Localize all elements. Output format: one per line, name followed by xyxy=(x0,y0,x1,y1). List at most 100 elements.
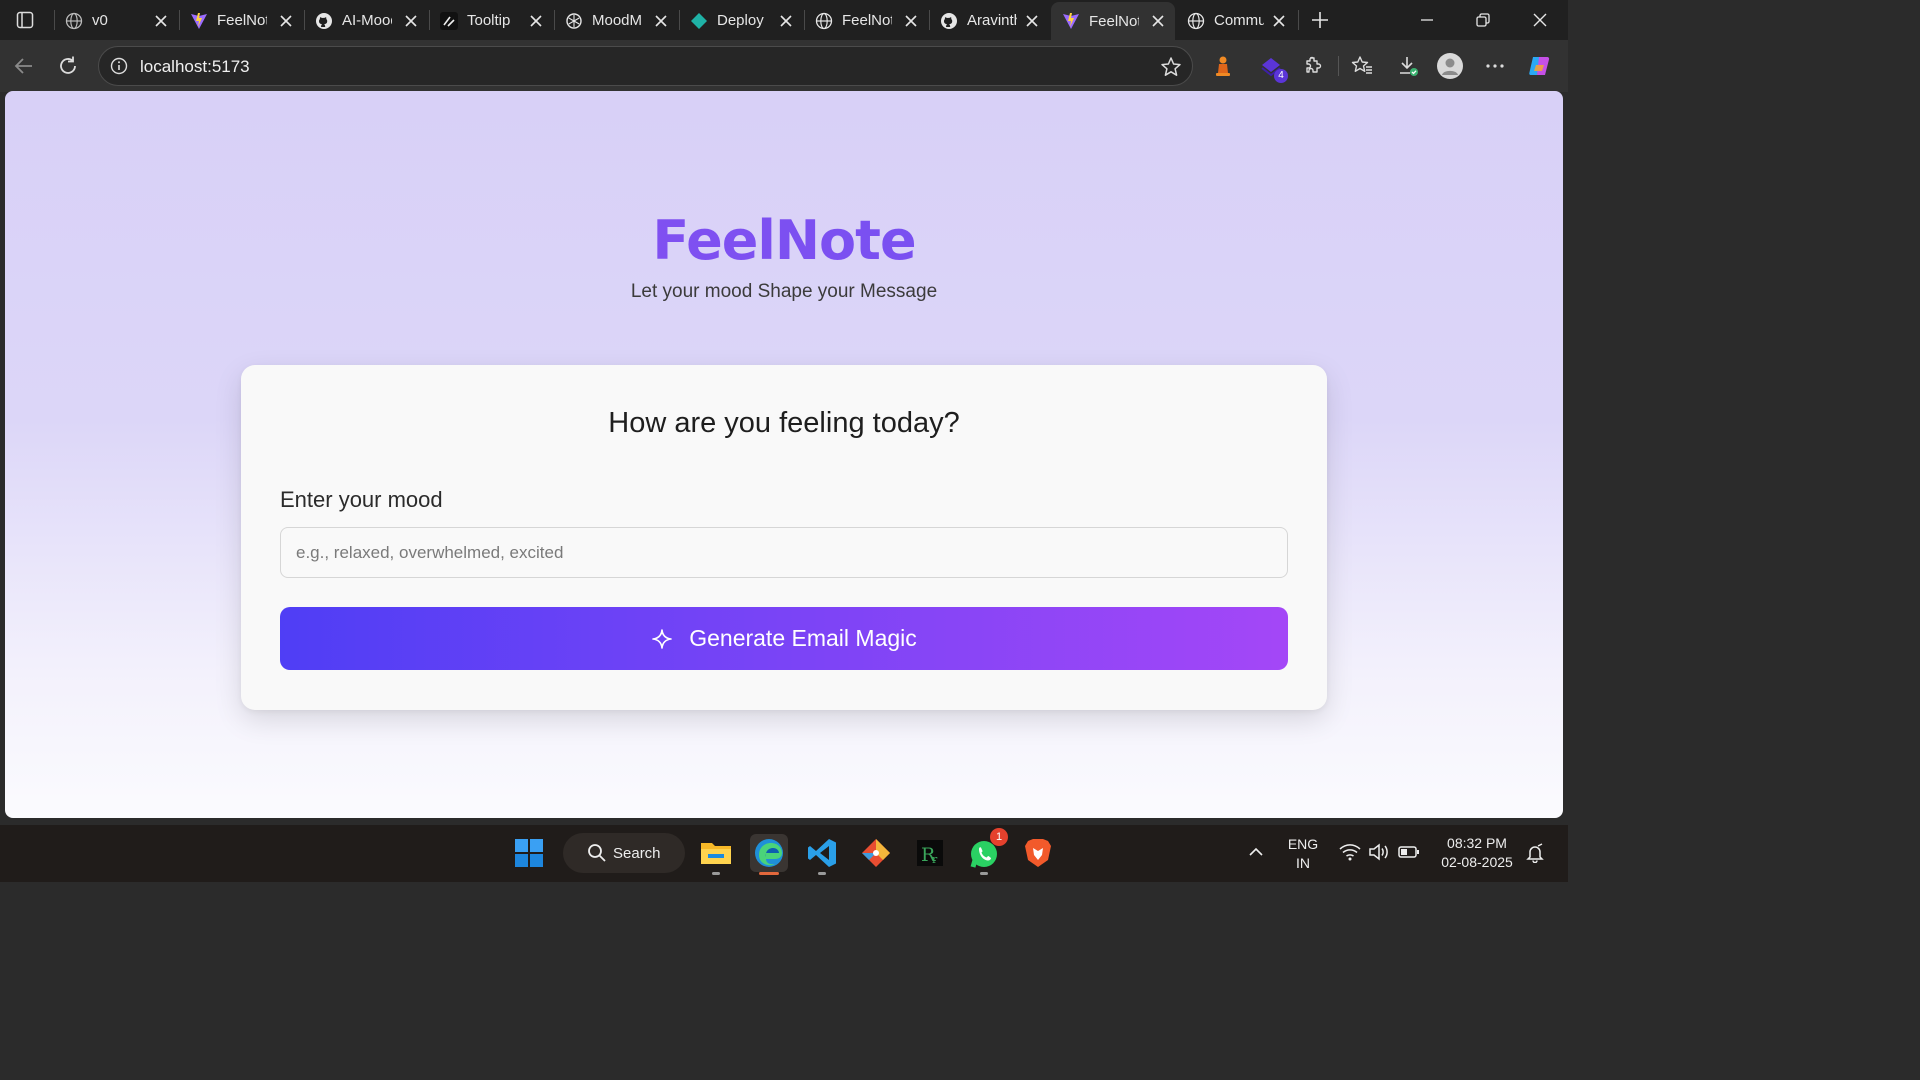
tab-title: FeelNote xyxy=(842,12,892,29)
favorites-icon[interactable] xyxy=(1349,53,1375,79)
extension-chess-icon[interactable] xyxy=(1210,53,1236,79)
page-viewport: FeelNote Let your mood Shape your Messag… xyxy=(5,91,1563,818)
running-indicator xyxy=(980,872,988,875)
extensions-puzzle-icon[interactable] xyxy=(1300,53,1326,79)
tab-title: MoodMail xyxy=(592,12,642,29)
tab-ai-mood[interactable]: AI-Mood xyxy=(304,4,428,37)
close-tab-icon[interactable] xyxy=(904,14,918,28)
restore-icon[interactable] xyxy=(1473,10,1493,30)
tab-deploy[interactable]: Deploy xyxy=(679,4,803,37)
extension-badge: 4 xyxy=(1274,69,1288,83)
tab-title: FeelNote xyxy=(217,12,267,29)
svg-text:r: r xyxy=(932,853,938,866)
tab-community[interactable]: Community xyxy=(1176,4,1296,37)
edge-icon[interactable] xyxy=(750,834,788,875)
profile-avatar-icon[interactable] xyxy=(1437,53,1463,79)
mood-input[interactable] xyxy=(280,527,1288,578)
tab-strip: v0 FeelNote AI-Mood Tooltip MoodMail Dep… xyxy=(0,0,1568,40)
favorite-star-icon[interactable] xyxy=(1160,56,1182,78)
active-indicator xyxy=(759,872,779,875)
tab-title: AI-Mood xyxy=(342,12,392,29)
tab-title: Deploy xyxy=(717,12,764,29)
tab-feelnote[interactable]: FeelNote xyxy=(179,4,303,37)
language-indicator[interactable]: ENG IN xyxy=(1285,835,1321,873)
copilot-icon[interactable] xyxy=(1527,53,1553,79)
generate-email-button[interactable]: Generate Email Magic xyxy=(280,607,1288,670)
running-indicator xyxy=(818,872,826,875)
browser-toolbar: localhost:5173 4 xyxy=(0,40,1568,92)
close-tab-icon[interactable] xyxy=(279,14,293,28)
battery-icon[interactable] xyxy=(1398,843,1420,863)
taskbar-search[interactable]: Search xyxy=(563,833,685,873)
tab-title: Aravinth xyxy=(967,12,1017,29)
running-indicator xyxy=(712,872,720,875)
search-icon xyxy=(588,844,606,862)
wifi-icon[interactable] xyxy=(1339,843,1361,863)
tab-title: Tooltip xyxy=(467,12,511,29)
address-bar[interactable]: localhost:5173 xyxy=(98,46,1193,86)
whatsapp-icon[interactable]: 1 xyxy=(965,828,1008,875)
show-hidden-icons-icon[interactable] xyxy=(1247,843,1269,863)
close-tab-icon[interactable] xyxy=(779,14,793,28)
notification-badge: 1 xyxy=(990,828,1008,846)
globe-icon xyxy=(1186,11,1206,31)
tab-feelnote-2[interactable]: FeelNote xyxy=(804,4,928,37)
notifications-icon[interactable] xyxy=(1525,843,1547,864)
tab-actions-icon[interactable] xyxy=(14,9,36,31)
taskbar: Search Rr 1 ENG IN 08:32 PM 02-08-2025 xyxy=(0,825,1568,882)
git-icon[interactable] xyxy=(857,834,895,872)
minimize-icon[interactable] xyxy=(1417,10,1437,30)
github-icon xyxy=(939,11,959,31)
vscode-icon[interactable] xyxy=(803,834,841,875)
card-title: How are you feeling today? xyxy=(608,407,960,439)
github-icon xyxy=(314,11,334,31)
generate-email-label: Generate Email Magic xyxy=(689,625,917,651)
tab-v0[interactable]: v0 xyxy=(54,4,178,37)
tab-title: v0 xyxy=(92,12,108,29)
app-tagline: Let your mood Shape your Message xyxy=(630,281,938,302)
openai-icon xyxy=(564,11,584,31)
close-tab-icon[interactable] xyxy=(1025,14,1039,28)
globe-icon xyxy=(814,11,834,31)
deploy-icon xyxy=(689,11,709,31)
tab-title: Community xyxy=(1214,12,1264,29)
rstudio-icon[interactable]: Rr xyxy=(911,834,949,872)
tab-tooltip[interactable]: Tooltip xyxy=(429,4,553,37)
close-tab-icon[interactable] xyxy=(529,14,543,28)
more-options-icon[interactable] xyxy=(1482,53,1508,79)
tab-feelnote-active[interactable]: FeelNote xyxy=(1051,2,1175,40)
volume-icon[interactable] xyxy=(1368,843,1390,863)
tab-aravinth[interactable]: Aravinth xyxy=(929,4,1049,37)
url-text[interactable]: localhost:5173 xyxy=(140,57,250,77)
close-tab-icon[interactable] xyxy=(404,14,418,28)
site-info-icon[interactable] xyxy=(110,57,128,75)
extension-dark-reader-icon[interactable]: 4 xyxy=(1258,53,1288,83)
sparkle-icon xyxy=(651,628,673,650)
tab-divider xyxy=(1298,10,1299,30)
tab-moodmail[interactable]: MoodMail xyxy=(554,4,678,37)
close-tab-icon[interactable] xyxy=(1272,14,1286,28)
shadcn-icon xyxy=(439,11,459,31)
globe-icon xyxy=(64,11,84,31)
back-icon[interactable] xyxy=(12,54,36,78)
close-tab-icon[interactable] xyxy=(1151,14,1165,28)
toolbar-divider xyxy=(1338,56,1339,76)
clock-time: 08:32 PM xyxy=(1447,835,1507,851)
file-explorer-icon[interactable] xyxy=(697,834,735,875)
new-tab-icon[interactable] xyxy=(1308,8,1332,32)
clock[interactable]: 08:32 PM 02-08-2025 xyxy=(1430,834,1524,872)
region-code: IN xyxy=(1296,855,1310,871)
refresh-icon[interactable] xyxy=(56,54,80,78)
app-title: FeelNote xyxy=(5,209,1563,272)
vite-icon xyxy=(189,11,209,31)
windows-start-icon[interactable] xyxy=(510,834,548,872)
close-tab-icon[interactable] xyxy=(654,14,668,28)
close-window-icon[interactable] xyxy=(1530,10,1550,30)
brave-icon[interactable] xyxy=(1019,834,1057,872)
downloads-icon[interactable] xyxy=(1395,53,1421,79)
search-label: Search xyxy=(613,844,661,862)
mood-label: Enter your mood xyxy=(280,487,443,512)
language-code: ENG xyxy=(1287,836,1319,852)
close-tab-icon[interactable] xyxy=(154,14,168,28)
clock-date: 02-08-2025 xyxy=(1441,854,1513,870)
